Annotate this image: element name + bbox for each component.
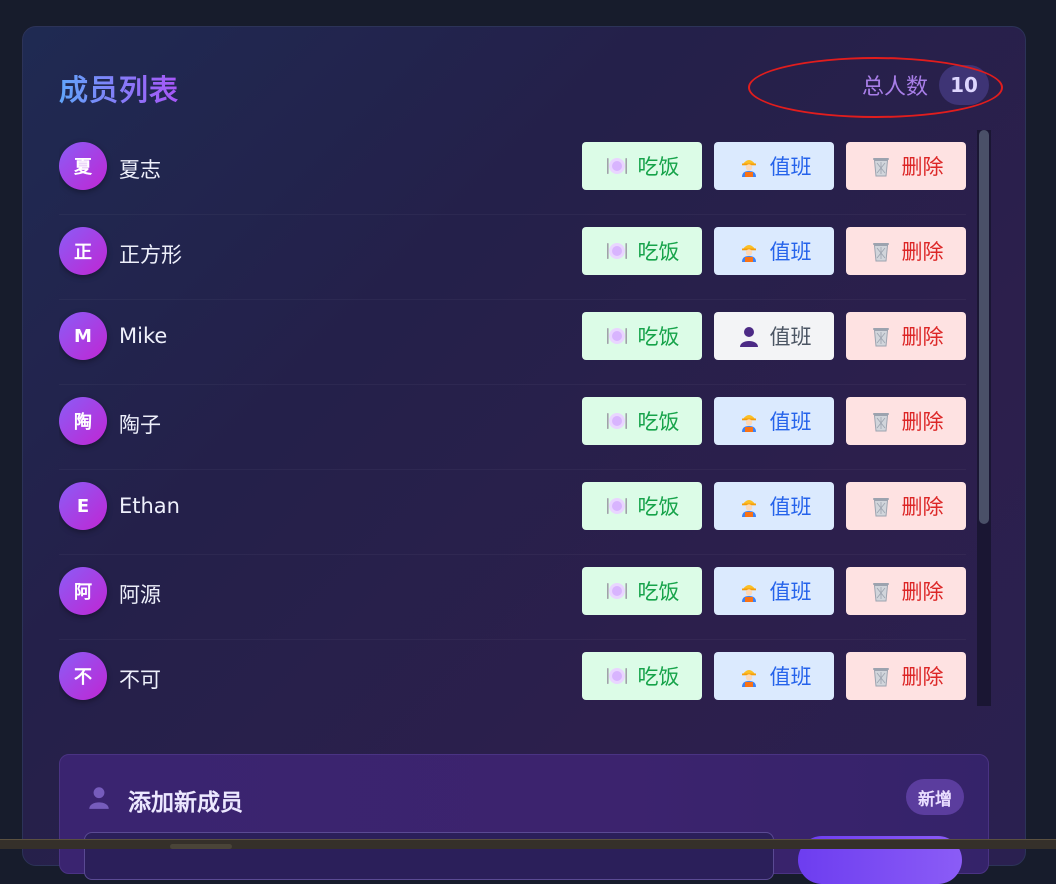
member-row: 陶陶子 吃饭 值班 删除 (59, 385, 966, 470)
highlight-ellipse-annotation (748, 57, 1003, 118)
duty-button-label: 值班 (769, 580, 812, 604)
avatar: 夏 (59, 142, 107, 190)
delete-button[interactable]: 删除 (846, 142, 966, 190)
delete-button-label: 删除 (901, 410, 944, 434)
scrollbar[interactable] (977, 130, 991, 706)
avatar: E (59, 482, 107, 530)
eat-button-label: 吃饭 (637, 325, 680, 349)
add-member-title: 添加新成员 (128, 790, 243, 816)
avatar: 正 (59, 227, 107, 275)
member-list: 夏夏志 吃饭 值班 删除正正方形 吃饭 值班 删除 M Mike 吃饭 值班 删除陶陶子 吃饭 值班 删除 E… (59, 130, 966, 710)
duty-button[interactable]: 值班 (714, 482, 834, 530)
eat-button-label: 吃饭 (637, 665, 680, 689)
wastebasket-icon (869, 494, 893, 518)
eat-button-label: 吃饭 (637, 240, 680, 264)
duty-button-label: 值班 (769, 155, 812, 179)
avatar: 陶 (59, 397, 107, 445)
delete-button[interactable]: 删除 (846, 482, 966, 530)
fork-and-knife-with-plate-icon (605, 409, 629, 433)
member-name: 夏志 (119, 158, 161, 182)
delete-button[interactable]: 删除 (846, 567, 966, 615)
duty-button-label: 值班 (769, 495, 812, 519)
eat-button[interactable]: 吃饭 (582, 312, 702, 360)
construction-worker-icon (737, 664, 761, 688)
delete-button-label: 删除 (901, 155, 944, 179)
member-name: 不可 (119, 668, 161, 692)
eat-button-label: 吃饭 (637, 580, 680, 604)
delete-button[interactable]: 删除 (846, 227, 966, 275)
construction-worker-icon (737, 409, 761, 433)
duty-button[interactable]: 值班 (714, 227, 834, 275)
delete-button-label: 删除 (901, 240, 944, 264)
duty-button-label: 值班 (769, 240, 812, 264)
duty-button[interactable]: 值班 (714, 142, 834, 190)
fork-and-knife-with-plate-icon (605, 154, 629, 178)
eat-button[interactable]: 吃饭 (582, 567, 702, 615)
duty-button-label: 值班 (769, 410, 812, 434)
avatar: M (59, 312, 107, 360)
member-row: E Ethan 吃饭 值班 删除 (59, 470, 966, 555)
member-row: M Mike 吃饭 值班 删除 (59, 300, 966, 385)
construction-worker-icon (737, 239, 761, 263)
construction-worker-icon (737, 494, 761, 518)
wastebasket-icon (869, 579, 893, 603)
member-row: 阿阿源 吃饭 值班 删除 (59, 555, 966, 640)
wastebasket-icon (869, 324, 893, 348)
wastebasket-icon (869, 154, 893, 178)
delete-button[interactable]: 删除 (846, 397, 966, 445)
fork-and-knife-with-plate-icon (605, 579, 629, 603)
duty-button[interactable]: 值班 (714, 567, 834, 615)
duty-button-label: 值班 (769, 325, 812, 349)
duty-button[interactable]: 值班 (714, 652, 834, 700)
duty-button[interactable]: 值班 (714, 397, 834, 445)
wastebasket-icon (869, 239, 893, 263)
wastebasket-icon (869, 409, 893, 433)
delete-button-label: 删除 (901, 665, 944, 689)
fork-and-knife-with-plate-icon (605, 494, 629, 518)
member-name: 陶子 (119, 413, 161, 437)
delete-button[interactable]: 删除 (846, 312, 966, 360)
page-title: 成员列表 (59, 67, 179, 109)
member-name: Ethan (119, 494, 180, 518)
avatar: 不 (59, 652, 107, 700)
taskbar-strip (0, 839, 1056, 849)
eat-button-label: 吃饭 (637, 495, 680, 519)
delete-button-label: 删除 (901, 580, 944, 604)
fork-and-knife-with-plate-icon (605, 324, 629, 348)
member-list-panel: 成员列表 总人数 10 夏夏志 吃饭 值班 删除正正方形 吃饭 值班 删除 M Mike 吃饭 值班… (22, 26, 1026, 884)
eat-button[interactable]: 吃饭 (582, 397, 702, 445)
member-row: 正正方形 吃饭 值班 删除 (59, 215, 966, 300)
eat-button-label: 吃饭 (637, 155, 680, 179)
person-silhouette-icon (737, 324, 761, 348)
eat-button[interactable]: 吃饭 (582, 227, 702, 275)
add-member-card: 添加新成员 新增 (59, 754, 989, 884)
member-name: Mike (119, 324, 168, 348)
fork-and-knife-with-plate-icon (605, 664, 629, 688)
fork-and-knife-with-plate-icon (605, 239, 629, 263)
member-row: 不不可 吃饭 值班 删除 (59, 640, 966, 710)
member-name: 正方形 (119, 243, 182, 267)
new-badge: 新增 (906, 779, 964, 815)
construction-worker-icon (737, 154, 761, 178)
scrollbar-thumb[interactable] (979, 130, 989, 524)
eat-button[interactable]: 吃饭 (582, 652, 702, 700)
wastebasket-icon (869, 664, 893, 688)
delete-button-label: 删除 (901, 325, 944, 349)
duty-button[interactable]: 值班 (714, 312, 834, 360)
eat-button[interactable]: 吃饭 (582, 142, 702, 190)
person-silhouette-icon (89, 787, 109, 809)
construction-worker-icon (737, 579, 761, 603)
taskbar-tab[interactable] (170, 844, 232, 849)
eat-button[interactable]: 吃饭 (582, 482, 702, 530)
delete-button[interactable]: 删除 (846, 652, 966, 700)
delete-button-label: 删除 (901, 495, 944, 519)
member-name: 阿源 (119, 583, 161, 607)
eat-button-label: 吃饭 (637, 410, 680, 434)
duty-button-label: 值班 (769, 665, 812, 689)
avatar: 阿 (59, 567, 107, 615)
member-row: 夏夏志 吃饭 值班 删除 (59, 130, 966, 215)
